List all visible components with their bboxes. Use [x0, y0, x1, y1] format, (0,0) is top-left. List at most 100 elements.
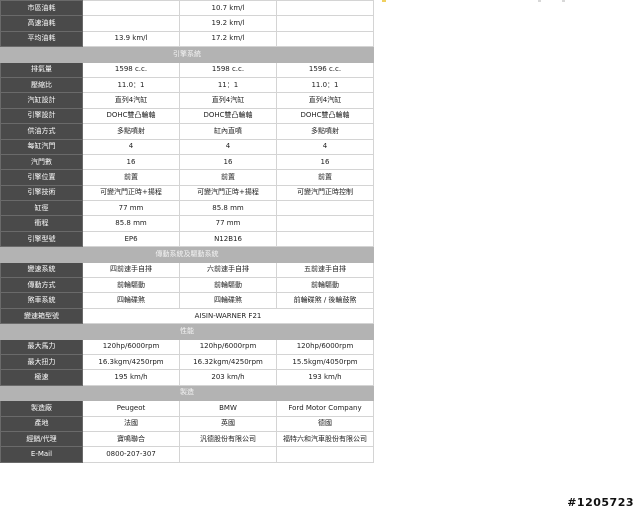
spec-label: 極速 [0, 369, 83, 386]
spec-value-col1: 195 km/h [82, 369, 180, 386]
watermark: #1205723 [567, 496, 634, 509]
spec-value-col1: 四輪碟煞 [82, 292, 180, 309]
spec-value-col1: 16 [82, 153, 180, 171]
spec-value-col1 [82, 0, 180, 17]
spec-value-col1: 前置 [82, 169, 180, 186]
spec-value-col3: 193 km/h [276, 369, 374, 386]
spec-value-col2: 16 [179, 153, 277, 171]
spec-value-col1: 四前速手自排 [82, 261, 180, 279]
spec-value-col3 [276, 30, 374, 48]
spec-value-col1: 0800-207-307 [82, 446, 180, 463]
spec-value-col1: 4 [82, 138, 180, 155]
spec-label: 平均油耗 [0, 30, 83, 48]
spec-row: 變速系統 四前速手自排 六前速手自排 五前速手自排 [0, 261, 374, 279]
spec-table-body: 市區油耗 10.7 km/l 高速油耗 19.2 km/l 平均油耗 13.9 km/l 1… [0, 0, 374, 469]
spec-label: 引擎技術 [0, 184, 83, 202]
spec-value-col1: EP6 [82, 230, 180, 248]
spec-value-col2: 11：1 [179, 76, 277, 94]
spec-value-col2: 六前速手自排 [179, 261, 277, 279]
spec-table: 市區油耗 10.7 km/l 高速油耗 19.2 km/l 平均油耗 13.9 km/l 1… [0, 0, 374, 469]
spec-label: 引擎型號 [0, 230, 83, 248]
spec-row: 汽缸設計 直列4汽缸 直列4汽缸 直列4汽缸 [0, 92, 374, 109]
spec-label: 缸徑 [0, 200, 83, 217]
section-header: 引擎系統 [0, 46, 374, 63]
spec-label: 傳動方式 [0, 277, 83, 294]
spec-label: 每缸汽門 [0, 138, 83, 155]
spec-value-col2: 1598 c.c. [179, 61, 277, 78]
spec-value-col1: DOHC雙凸輪軸 [82, 107, 180, 125]
spec-label: 引擎位置 [0, 169, 83, 186]
spec-value-col1: 寶鳴聯合 [82, 430, 180, 448]
spec-label: 壓縮比 [0, 76, 83, 94]
spec-label: 市區油耗 [0, 0, 83, 17]
spec-row: 產地 法國 英國 德國 [0, 415, 374, 432]
spec-value-col2: 可變汽門正時+揚程 [179, 184, 277, 202]
spec-row: 供油方式 多點噴射 缸內直噴 多點噴射 [0, 123, 374, 140]
spec-value-col3: 前輪驅動 [276, 277, 374, 294]
spec-value-col2: 203 km/h [179, 369, 277, 386]
spec-value-col1: 11.0：1 [82, 76, 180, 94]
spec-label: 汽門數 [0, 153, 83, 171]
spec-value-col1: 16.3kgm/4250rpm [82, 353, 180, 371]
spec-value-col3: 11.0：1 [276, 76, 374, 94]
spec-label: 最大扭力 [0, 353, 83, 371]
spec-value-col2: 120hp/6000rpm [179, 338, 277, 355]
spec-label: 煞車系統 [0, 292, 83, 309]
spec-value-col3: 德國 [276, 415, 374, 432]
spec-row: 排氣量 1598 c.c. 1598 c.c. 1596 c.c. [0, 61, 374, 78]
spec-value-col2: 16.32kgm/4250rpm [179, 353, 277, 371]
decorative-mark [538, 0, 541, 2]
section-header: 製造 [0, 384, 374, 402]
spec-value-col3 [276, 215, 374, 232]
spec-row: 引擎型號 EP6 N12B16 [0, 230, 374, 248]
spec-value-col3 [276, 446, 374, 463]
spec-value-col1: 直列4汽缸 [82, 92, 180, 109]
spec-value-col1: 77 mm [82, 200, 180, 217]
spec-row: 引擎設計 DOHC雙凸輪軸 DOHC雙凸輪軸 DOHC雙凸輪軸 [0, 107, 374, 125]
spec-value-col2: 19.2 km/l [179, 15, 277, 32]
spec-value-col2: 直列4汽缸 [179, 92, 277, 109]
spec-value-col2: DOHC雙凸輪軸 [179, 107, 277, 125]
table-bottom-edge [0, 461, 374, 469]
spec-value-col3: 16 [276, 153, 374, 171]
spec-value-col2: 17.2 km/l [179, 30, 277, 48]
section-header: 性能 [0, 323, 374, 340]
spec-row: 製造廠 Peugeot BMW Ford Motor Company [0, 400, 374, 417]
spec-value-col1: 85.8 mm [82, 215, 180, 232]
spec-value-col3: 福特六和汽車股份有限公司 [276, 430, 374, 448]
spec-value-col1: 1598 c.c. [82, 61, 180, 78]
section-title: 傳動系統及驅動系統 [0, 246, 374, 263]
section-title: 性能 [0, 323, 374, 340]
spec-value-col3: 直列4汽缸 [276, 92, 374, 109]
section-title: 製造 [0, 384, 374, 402]
decorative-mark [382, 0, 386, 2]
spec-row: 最大馬力 120hp/6000rpm 120hp/6000rpm 120hp/6000… [0, 338, 374, 355]
spec-value-col2: 汎德股份有限公司 [179, 430, 277, 448]
spec-value-col2 [179, 446, 277, 463]
spec-value-col2: BMW [179, 400, 277, 417]
spec-value-col3: 多點噴射 [276, 123, 374, 140]
spec-value-col1: 前輪驅動 [82, 277, 180, 294]
spec-value-col3: 前置 [276, 169, 374, 186]
spec-value-col3 [276, 15, 374, 32]
spec-row: 引擎位置 前置 前置 前置 [0, 169, 374, 186]
spec-label: 衝程 [0, 215, 83, 232]
spec-value-col2: 前輪驅動 [179, 277, 277, 294]
spec-value-col2: N12B16 [179, 230, 277, 248]
spec-value-col2: 77 mm [179, 215, 277, 232]
spec-value: AISIN-WARNER F21 [82, 307, 374, 325]
spec-row: 缸徑 77 mm 85.8 mm [0, 200, 374, 217]
spec-label: 產地 [0, 415, 83, 432]
spec-value-col3 [276, 0, 374, 17]
spec-label: 排氣量 [0, 61, 83, 78]
spec-label: 變速系統 [0, 261, 83, 279]
spec-row: 市區油耗 10.7 km/l [0, 0, 374, 17]
spec-value-col1: 可變汽門正時+揚程 [82, 184, 180, 202]
spec-value-col2: 前置 [179, 169, 277, 186]
spec-value-col3: 15.5kgm/4050rpm [276, 353, 374, 371]
spec-row: 經銷/代理 寶鳴聯合 汎德股份有限公司 福特六和汽車股份有限公司 [0, 430, 374, 448]
spec-value-col3: 4 [276, 138, 374, 155]
spec-value-col3 [276, 200, 374, 217]
spec-label: 製造廠 [0, 400, 83, 417]
spec-value-col3: 前輪碟煞 / 後輪鼓煞 [276, 292, 374, 309]
